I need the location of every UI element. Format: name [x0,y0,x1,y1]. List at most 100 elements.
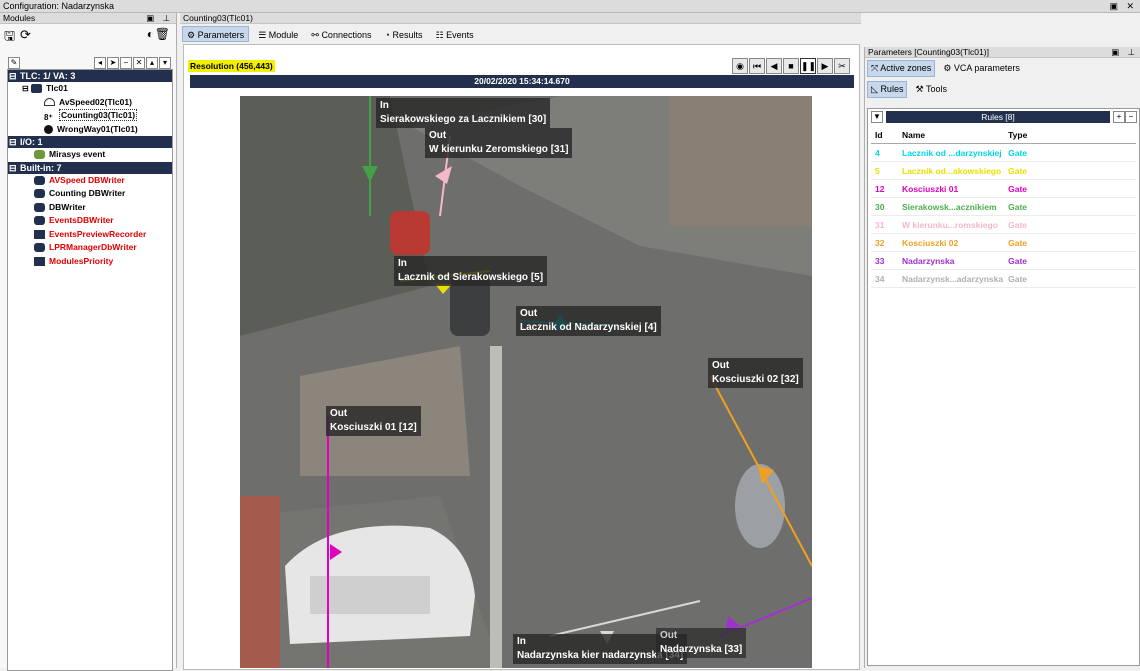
tree-item-builtin[interactable]: ModulesPriority [8,255,172,269]
tree-item-wrongway[interactable]: WrongWay01(Tlc01) [8,123,172,137]
tree-item-label: AVSpeed DBWriter [49,174,125,185]
tree-item-builtin[interactable]: AVSpeed DBWriter [8,174,172,188]
rules-header: ▼ Rules [8] + − [870,111,1137,124]
parameters-panel-header: Parameters [Counting03(Tlc01)] ▣ ⊥ [865,47,1140,58]
down-icon[interactable]: ▾ [159,57,171,69]
rule-type: Gate [1004,215,1136,234]
window-controls[interactable]: ▣ ✕ [1109,0,1137,12]
tab-active-zones[interactable]: ⤧ Active zones [867,60,936,77]
step-forward-icon[interactable]: ▶ [817,58,833,74]
refresh-icon[interactable]: ⟳ [20,27,31,43]
tree-item-label: Counting DBWriter [49,188,126,198]
section-io[interactable]: I/O: 1 [8,136,172,148]
tree-item-tlc01[interactable]: ⊟ Tlc01 [8,82,172,96]
send-icon[interactable]: ➤ [107,57,119,69]
subtab-rules[interactable]: ◺ Rules [867,81,908,98]
rule-id: 30 [871,197,898,216]
tree-item-builtin[interactable]: EventsPreviewRecorder [8,228,172,242]
rules-table: Id Name Type 4 Lacznik od ...darzynskiej G… [871,127,1136,288]
zone-direction: Out [330,408,348,419]
tab-vca-parameters[interactable]: ⚙ VCA parameters [940,61,1023,76]
tree-item-builtin[interactable]: DBWriter [8,201,172,215]
zone-name: Lacznik od Nadarzynskiej [4] [520,322,657,333]
database-icon [34,202,45,212]
camera-icon [31,84,43,94]
zones-icon: ⤧ [871,63,879,73]
tree-item-label: Counting03(Tlc01) [59,109,138,121]
scissors-icon[interactable]: ✂ [834,58,850,74]
filter-icon[interactable]: ▼ [871,111,883,123]
bike-lane [240,496,280,668]
modules-panel: Modules ▣ ⊥ 🖫 ⟳ ◐ 🗑 ✎ ◂➤−✕▴▾ TLC: 1/ VA:… [0,13,177,671]
pause-icon[interactable]: ❚❚ [800,58,816,74]
rule-name: Lacznik od ...darzynskiej [898,143,1005,162]
section-builtin[interactable]: Built-in: 7 [8,161,172,174]
tree-item-label: AvSpeed02(Tlc01) [59,96,132,107]
tree-item-builtin[interactable]: Counting DBWriter [8,187,172,201]
rule-name: Kosciuszki 01 [898,179,1005,198]
table-row[interactable]: 30 Sierakowsk...acznikiem Gate [871,197,1136,216]
event-icon [34,150,45,160]
zone-label-32[interactable]: Out Kosciuszki 02 [32] [708,358,803,388]
rules-icon: ◺ [871,84,878,94]
zone-name: W kierunku Zeromskiego [31] [429,144,569,155]
table-row[interactable]: 31 W kierunku...romskiego Gate [871,215,1136,234]
tree-item-builtin[interactable]: EventsDBWriter [8,214,172,228]
minus-icon[interactable]: − [120,57,132,69]
counting-icon: 8⁺ [44,113,53,123]
toggle-icon[interactable]: ◐ [147,27,154,41]
up-icon[interactable]: ▴ [146,57,158,69]
stop-icon[interactable]: ■ [783,58,799,74]
add-icon[interactable]: + [1113,111,1125,123]
table-row[interactable]: 12 Kosciuszki 01 Gate [871,179,1136,198]
panel-pin-icon[interactable]: ▣ ⊥ [1111,47,1138,58]
table-row[interactable]: 4 Lacznik od ...darzynskiej Gate [871,143,1136,162]
tab-events[interactable]: ☷ Events [432,27,478,43]
col-name: Name [898,127,1005,144]
zone-label-5[interactable]: In Lacznik od Sierakowskiego [5] [394,256,548,286]
tab-module[interactable]: ☰ Module [254,27,302,43]
table-row[interactable]: 32 Kosciuszki 02 Gate [871,233,1136,252]
zone-direction: In [380,100,389,111]
rule-type: Gate [1004,251,1136,270]
rule-id: 4 [871,143,898,162]
tree-item-builtin[interactable]: LPRManagerDbWriter [8,241,172,255]
subtab-tools[interactable]: ⚒ Tools [913,82,950,97]
edit-icon[interactable]: ✎ [8,57,20,69]
tree-item-avspeed[interactable]: AvSpeed02(Tlc01) [8,96,172,110]
remove-icon[interactable]: − [1125,111,1137,123]
car-silver-right [735,464,785,548]
trash-icon[interactable]: 🗑 [155,27,170,41]
tree-item-label: DBWriter [49,201,86,212]
tab-label: Connections [321,30,372,40]
zone-label-30[interactable]: In Sierakowskiego za Lacznikiem [30] [376,98,551,128]
rules-panel: ▼ Rules [8] + − Id Name Type 4 Lacznik od… [867,108,1140,666]
zone-direction: Out [429,130,447,141]
zone-label-31[interactable]: Out W kierunku Zeromskiego [31] [425,128,573,158]
rule-id: 33 [871,251,898,270]
camera-icon[interactable]: ◉ [732,58,748,74]
step-back-icon[interactable]: ⏮ [749,58,765,74]
section-tlc[interactable]: TLC: 1/ VA: 3 [8,70,172,82]
zone-label-4[interactable]: Out Lacznik od Nadarzynskiej [4] [516,306,661,336]
recorder-icon [34,229,45,239]
back-icon[interactable]: ◂ [94,57,106,69]
tab-results[interactable]: ◔ Results [381,27,427,43]
table-row[interactable]: 33 Nadarzynska Gate [871,251,1136,270]
tab-connections[interactable]: ⚯ Connections [307,27,375,43]
save-icon[interactable]: 🖫 [4,27,15,49]
tree-item-mirasys[interactable]: Mirasys event [8,148,172,162]
table-row[interactable]: 34 Nadarzynsk...adarzynska Gate [871,269,1136,288]
table-row[interactable]: 5 Lacznik od...akowskiego Gate [871,161,1136,180]
lamp-pole [490,346,502,668]
delete-icon[interactable]: ✕ [133,57,145,69]
tree-item-label: EventsDBWriter [49,215,114,225]
panel-pin-icon[interactable]: ▣ ⊥ [146,13,173,24]
tree-item-counting[interactable]: 8⁺ Counting03(Tlc01) [8,109,172,123]
camera-frame[interactable]: In Sierakowskiego za Lacznikiem [30] Out W… [240,96,812,668]
parameters-panel-title: Parameters [Counting03(Tlc01)] [868,47,989,57]
zone-label-12[interactable]: Out Kosciuszki 01 [12] [326,406,421,436]
zone-label-33[interactable]: Out Nadarzynska [33] [656,628,747,658]
tab-parameters[interactable]: ⚙ Parameters [182,26,250,42]
back-icon[interactable]: ◀ [766,58,782,74]
